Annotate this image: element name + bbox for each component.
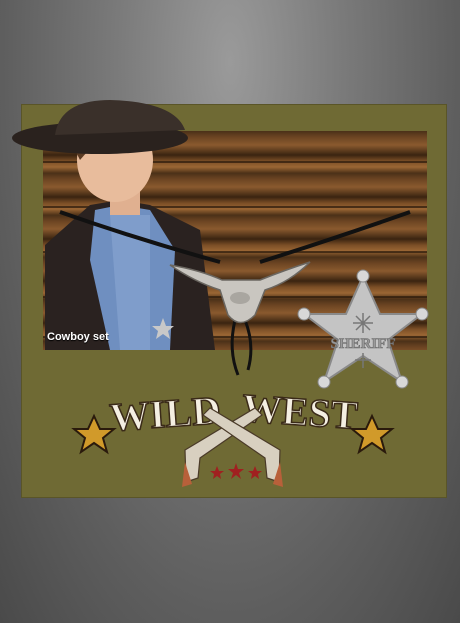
wild-west-logo: WILD WEST	[71, 384, 395, 487]
red-stars-decoration	[210, 463, 262, 479]
gold-star-icon	[71, 413, 117, 455]
gold-star-icon	[349, 413, 395, 455]
